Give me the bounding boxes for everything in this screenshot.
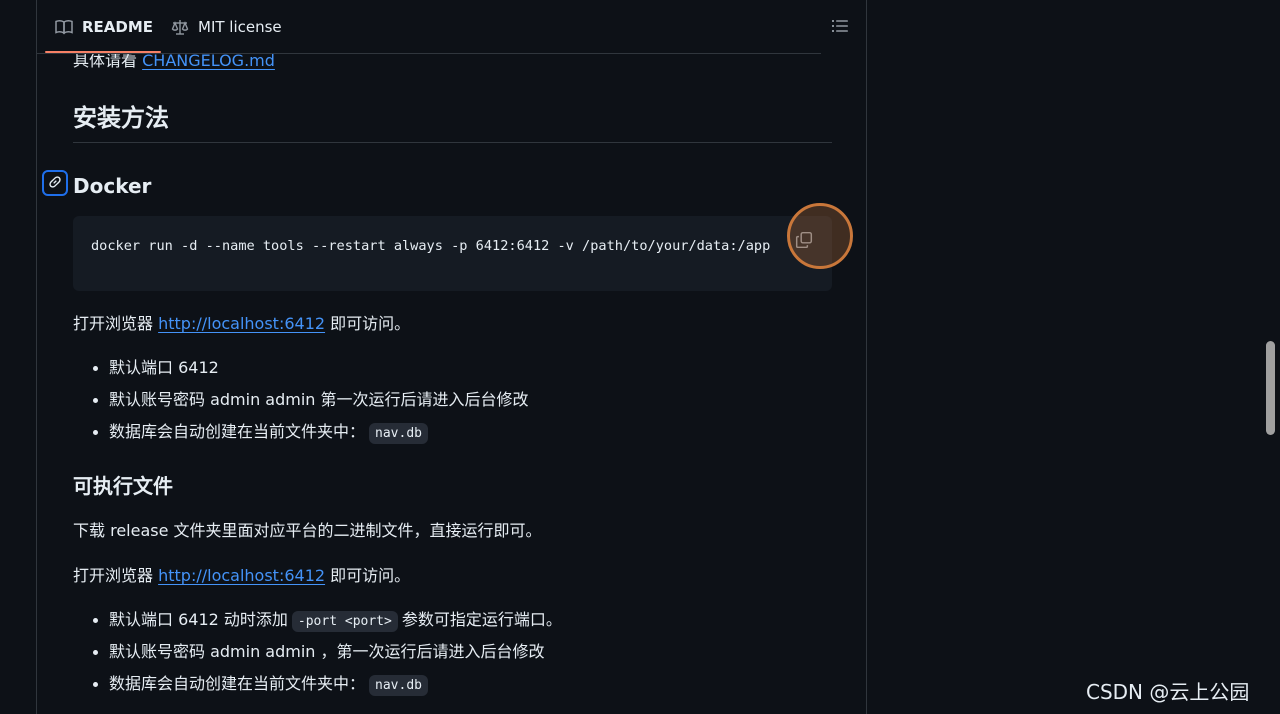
docker-open-suffix: 即可访问。 — [330, 314, 411, 333]
docker-port-text: 默认端口 6412 — [109, 358, 219, 377]
list-item: 数据库会自动创建在当前文件夹中： nav.db — [73, 672, 562, 704]
binary-bullet-list: 默认端口 6412 动时添加 -port <port> 参数可指定运行端口。 默认账… — [73, 608, 562, 704]
list-item: 默认账号密码 admin admin ，第一次运行后请进入后台修改 — [73, 640, 562, 672]
docker-anchor-button[interactable] — [42, 170, 68, 196]
binary-port-prefix: 默认端口 6412 动时添加 — [109, 610, 288, 629]
docker-code-block: docker run -d --name tools --restart alw… — [73, 216, 832, 291]
binary-account-text: 默认账号密码 admin admin ，第一次运行后请进入后台修改 — [109, 642, 545, 661]
copy-button[interactable] — [788, 226, 820, 258]
watermark: CSDN @云上公园 — [1086, 680, 1250, 704]
docker-db-text: 数据库会自动创建在当前文件夹中： — [109, 422, 366, 441]
list-item: 数据库会自动创建在当前文件夹中： nav.db — [73, 420, 529, 452]
docker-bullet-list: 默认端口 6412 默认账号密码 admin admin 第一次运行后请进入后台… — [73, 356, 529, 452]
list-icon — [832, 18, 848, 37]
binary-open-prefix: 打开浏览器 — [73, 566, 154, 585]
docker-open-prefix: 打开浏览器 — [73, 314, 154, 333]
tab-readme-label: README — [82, 17, 154, 36]
link-icon — [48, 174, 62, 193]
binary-heading: 可执行文件 — [73, 474, 173, 498]
docker-account-text: 默认账号密码 admin admin 第一次运行后请进入后台修改 — [109, 390, 529, 409]
list-item: 默认端口 6412 — [73, 356, 529, 388]
docker-localhost-link[interactable]: http://localhost:6412 — [158, 314, 325, 333]
tab-license[interactable]: MIT license — [171, 0, 282, 53]
binary-port-suffix: 参数可指定运行端口。 — [401, 610, 562, 629]
docker-open-line: 打开浏览器 http://localhost:6412 即可访问。 — [73, 312, 410, 336]
install-heading: 安装方法 — [73, 98, 832, 143]
binary-port-code: -port <port> — [291, 611, 398, 632]
tab-readme[interactable]: README — [44, 0, 162, 53]
docker-db-code: nav.db — [369, 423, 428, 444]
binary-localhost-link[interactable]: http://localhost:6412 — [158, 566, 325, 585]
list-item: 默认端口 6412 动时添加 -port <port> 参数可指定运行端口。 — [73, 608, 562, 640]
binary-db-code: nav.db — [369, 675, 428, 696]
tab-license-label: MIT license — [198, 17, 282, 36]
list-item: 默认账号密码 admin admin 第一次运行后请进入后台修改 — [73, 388, 529, 420]
docker-command: docker run -d --name tools --restart alw… — [91, 238, 771, 254]
book-icon — [55, 19, 73, 35]
binary-open-suffix: 即可访问。 — [330, 566, 411, 585]
binary-db-text: 数据库会自动创建在当前文件夹中： — [109, 674, 366, 693]
scale-icon — [171, 19, 189, 35]
copy-icon — [795, 231, 813, 253]
page-vertical-scrollbar[interactable] — [1266, 341, 1275, 435]
tabs-bar: README MIT license — [37, 0, 821, 54]
readme-tabs: README MIT license — [37, 0, 866, 54]
outline-button[interactable] — [827, 14, 853, 40]
docker-heading: Docker — [73, 174, 152, 198]
binary-download-text: 下载 release 文件夹里面对应平台的二进制文件，直接运行即可。 — [73, 521, 542, 540]
readme-container: README MIT license 具体请看 CHANGELOG.md 安装方… — [36, 0, 867, 714]
binary-open-line: 打开浏览器 http://localhost:6412 即可访问。 — [73, 564, 410, 588]
page: README MIT license 具体请看 CHANGELOG.md 安装方… — [0, 0, 1280, 714]
